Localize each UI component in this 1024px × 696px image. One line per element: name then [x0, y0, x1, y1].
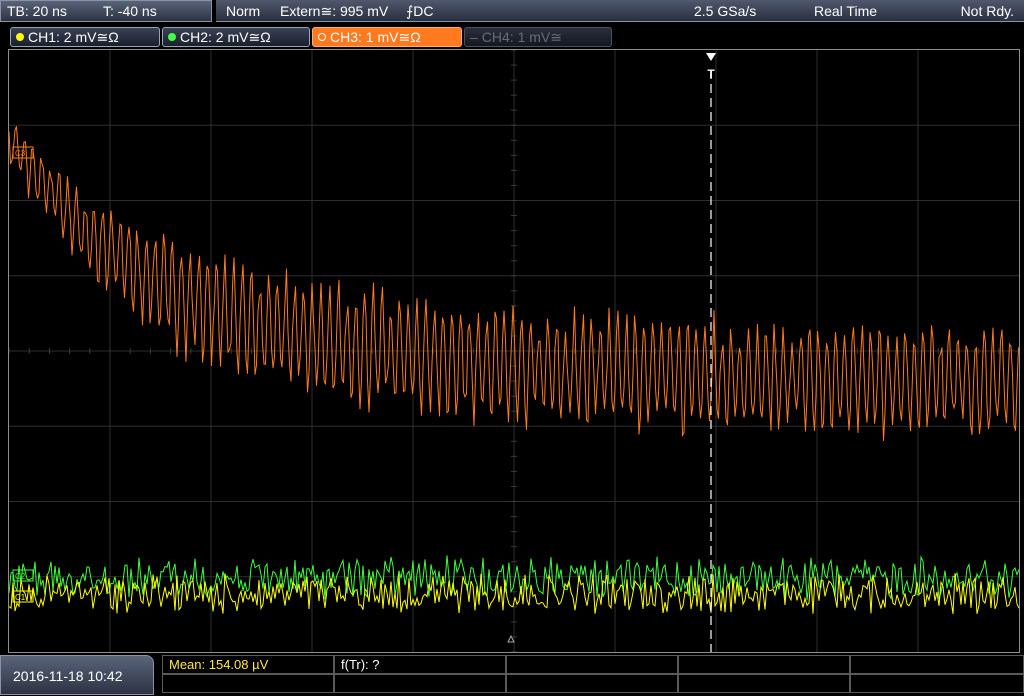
- ch3-indicator-icon: [318, 33, 326, 42]
- measurement-slot: [334, 674, 506, 693]
- datetime-label: 2016-11-18 10:42: [13, 668, 123, 684]
- timebase-label: TB: 20 ns: [7, 3, 67, 19]
- acquisition-status-bar[interactable]: Norm Extern≅: 995 mV ⨍DC 2.5 GSa/s Real …: [216, 0, 1024, 22]
- ch4-button[interactable]: – CH4: 1 mV≅: [464, 27, 612, 47]
- ch3-label: CH3: 1 mV≅Ω: [330, 29, 421, 45]
- trigger-slope-label: ⨍DC: [406, 3, 434, 19]
- datetime-box[interactable]: 2016-11-18 10:42: [0, 655, 154, 695]
- waveform-display[interactable]: T C3 C2 C1: [8, 49, 1020, 653]
- acq-mode-label: Norm: [226, 3, 261, 19]
- trigger-source-label: Extern≅: 995 mV: [280, 3, 389, 19]
- measurement-slot: [506, 655, 678, 674]
- channel-row: CH1: 2 mV≅Ω CH2: 2 mV≅Ω CH3: 1 mV≅Ω – CH4…: [0, 26, 1024, 48]
- measurement-slot: [506, 674, 678, 693]
- sample-rate-label: 2.5 GSa/s: [694, 3, 757, 19]
- status-label: Not Rdy.: [960, 3, 1014, 19]
- waveform-svg: T C3 C2 C1: [9, 50, 1019, 652]
- ch3-marker-label: C3: [15, 149, 26, 158]
- ch2-indicator-icon: [168, 33, 176, 42]
- ch2-button[interactable]: CH2: 2 mV≅Ω: [162, 27, 310, 47]
- bottom-bar: 2016-11-18 10:42 Mean: 154.08 µV f(Tr): …: [0, 655, 1024, 695]
- ch2-marker-label: C2: [15, 572, 26, 581]
- ch3-ground-marker[interactable]: C3: [12, 146, 34, 159]
- ch1-indicator-icon: [16, 33, 24, 42]
- top-bar: TB: 20 ns T: -40 ns Norm Extern≅: 995 mV…: [0, 0, 1024, 24]
- ch4-indicator-icon: –: [470, 29, 478, 45]
- ch3-button[interactable]: CH3: 1 mV≅Ω: [312, 27, 462, 47]
- measurement-slot: [850, 674, 1024, 693]
- ch1-label: CH1: 2 mV≅Ω: [28, 29, 119, 45]
- trigger-offset-label: T: -40 ns: [103, 3, 157, 19]
- ch4-label: CH4: 1 mV≅: [481, 29, 562, 45]
- ftr-measurement[interactable]: f(Tr): ?: [334, 655, 506, 674]
- real-time-label: Real Time: [814, 3, 878, 19]
- trigger-marker-label: T: [707, 67, 715, 81]
- ch1-marker-label: C1: [15, 593, 26, 602]
- ch1-button[interactable]: CH1: 2 mV≅Ω: [10, 27, 160, 47]
- timebase-box[interactable]: TB: 20 ns T: -40 ns: [0, 0, 212, 22]
- mean-measurement[interactable]: Mean: 154.08 µV: [162, 655, 334, 674]
- measurement-panel: Mean: 154.08 µV f(Tr): ?: [162, 655, 1024, 695]
- trigger-arrow-icon[interactable]: [706, 53, 716, 61]
- ch2-label: CH2: 2 mV≅Ω: [180, 29, 271, 45]
- measurement-slot: [678, 674, 850, 693]
- measurement-slot: [678, 655, 850, 674]
- measurement-slot: [162, 674, 334, 693]
- measurement-slot: [850, 655, 1024, 674]
- graticule: [9, 50, 1019, 652]
